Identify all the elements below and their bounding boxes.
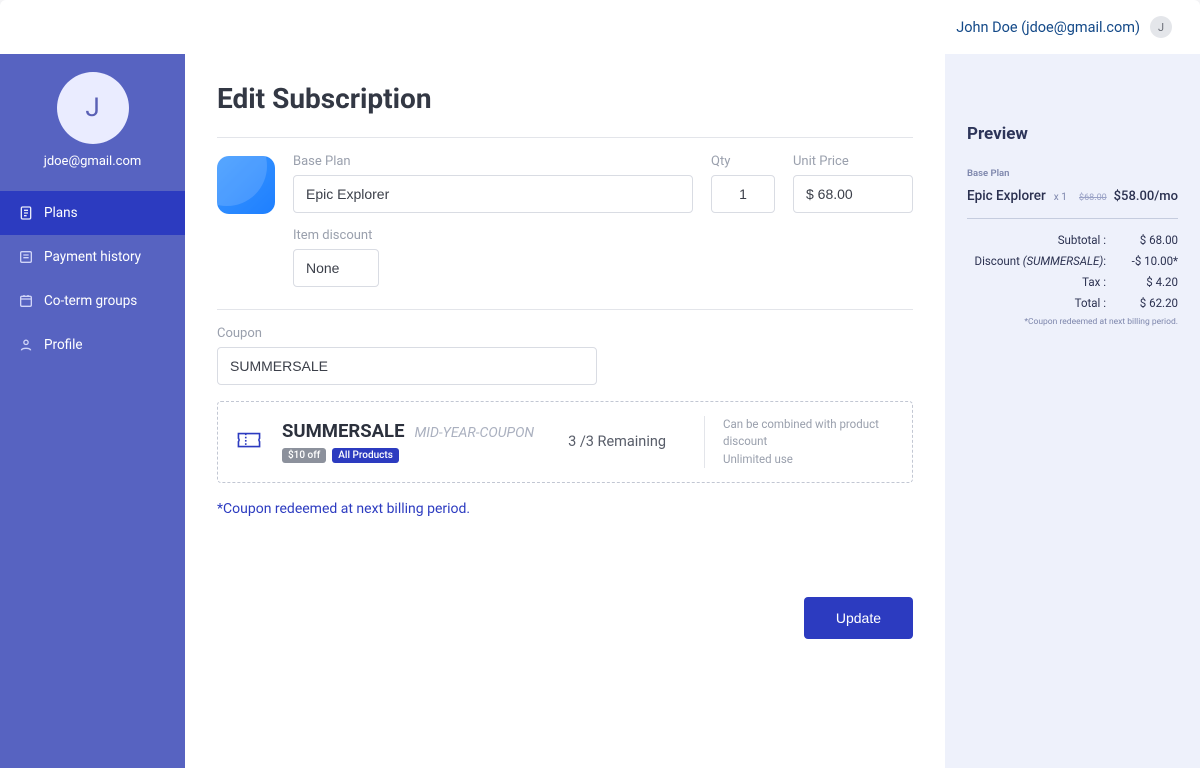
sidebar-item-co-term-groups[interactable]: Co-term groups xyxy=(0,279,185,323)
topbar: John Doe (jdoe@gmail.com) J xyxy=(0,0,1200,54)
co-term-icon xyxy=(18,293,34,309)
sidebar: J jdoe@gmail.com Plans Payment history C… xyxy=(0,54,185,768)
field-label: Coupon xyxy=(217,326,913,341)
sidebar-item-plans[interactable]: Plans xyxy=(0,191,185,235)
base-plan-input[interactable] xyxy=(293,175,693,213)
nav-label: Profile xyxy=(44,337,83,353)
preview-row: Tax :$ 4.20 xyxy=(967,275,1178,289)
item-discount-field: Item discount xyxy=(293,228,913,287)
nav-label: Co-term groups xyxy=(44,293,137,309)
preview-plan-name: Epic Explorer xyxy=(967,188,1046,204)
item-discount-input[interactable] xyxy=(293,249,379,287)
payment-history-icon xyxy=(18,249,34,265)
separator xyxy=(967,218,1178,219)
field-label: Unit Price xyxy=(793,154,913,169)
coupon-input[interactable] xyxy=(217,347,597,385)
coupon-code: SUMMERSALE xyxy=(282,420,404,442)
coupon-meta: Can be combined with product discount Un… xyxy=(704,416,894,468)
qty-field: Qty xyxy=(711,154,775,213)
preview-base-plan-label: Base Plan xyxy=(967,168,1178,179)
preview-row: Total :$ 62.20 xyxy=(967,296,1178,310)
sidebar-item-profile[interactable]: Profile xyxy=(0,323,185,367)
coupon-field: Coupon xyxy=(217,326,913,385)
page-title: Edit Subscription xyxy=(217,82,913,115)
badge-scope: All Products xyxy=(332,448,399,463)
content: Edit Subscription Base Plan Qty Unit Pri… xyxy=(185,54,945,768)
preview-title: Preview xyxy=(967,124,1178,144)
coupon-meta-line: Unlimited use xyxy=(723,451,894,468)
preview-note: *Coupon redeemed at next billing period. xyxy=(967,317,1178,327)
plan-icon xyxy=(217,156,275,214)
coupon-subtitle: MID-YEAR-COUPON xyxy=(414,425,534,441)
separator xyxy=(217,137,913,138)
nav-label: Plans xyxy=(44,205,78,221)
coupon-remaining: 3 /3 Remaining xyxy=(568,433,684,450)
field-label: Base Plan xyxy=(293,154,693,169)
topbar-avatar[interactable]: J xyxy=(1150,16,1172,38)
sidebar-avatar: J xyxy=(57,72,129,144)
update-button[interactable]: Update xyxy=(804,597,913,639)
preview-price: $58.00/mo xyxy=(1114,189,1178,204)
qty-input[interactable] xyxy=(711,175,775,213)
coupon-meta-line: Can be combined with product discount xyxy=(723,416,894,451)
preview-row: Discount (SUMMERSALE):-$ 10.00* xyxy=(967,254,1178,268)
ticket-icon xyxy=(236,430,262,454)
preview-panel: Preview Base Plan Epic Explorer x 1 $68.… xyxy=(945,54,1200,768)
nav-label: Payment history xyxy=(44,249,141,265)
plans-icon xyxy=(18,205,34,221)
sidebar-item-payment-history[interactable]: Payment history xyxy=(0,235,185,279)
base-plan-field: Base Plan xyxy=(293,154,693,213)
field-label: Item discount xyxy=(293,228,913,243)
unit-price-input[interactable] xyxy=(793,175,913,213)
field-label: Qty xyxy=(711,154,775,169)
preview-strike-price: $68.00 xyxy=(1079,193,1107,203)
profile-icon xyxy=(18,337,34,353)
sidebar-email: jdoe@gmail.com xyxy=(0,154,185,169)
topbar-user[interactable]: John Doe (jdoe@gmail.com) xyxy=(956,19,1140,36)
preview-row: Subtotal :$ 68.00 xyxy=(967,233,1178,247)
coupon-card: SUMMERSALE MID-YEAR-COUPON $10 off All P… xyxy=(217,401,913,483)
badge-amount: $10 off xyxy=(282,448,326,463)
coupon-note: *Coupon redeemed at next billing period. xyxy=(217,501,913,517)
unit-price-field: Unit Price xyxy=(793,154,913,213)
separator xyxy=(217,309,913,310)
preview-qty: x 1 xyxy=(1054,192,1067,203)
